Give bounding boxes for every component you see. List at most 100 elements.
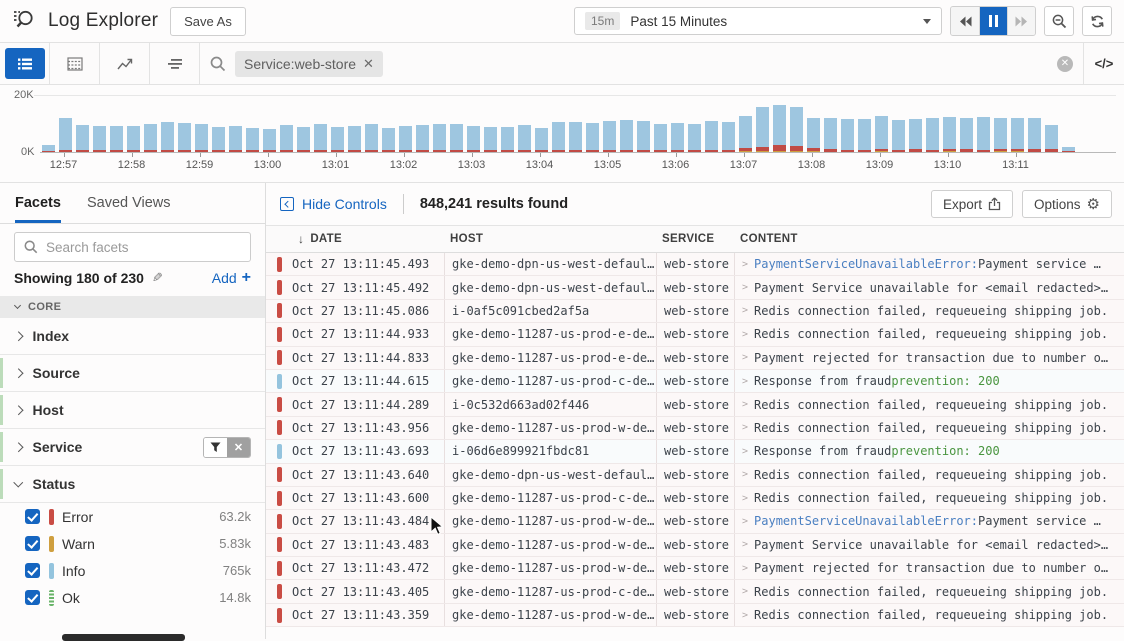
log-row[interactable]: Oct 27 13:11:43.359gke-demo-11287-us-pro… xyxy=(266,604,1124,627)
log-row[interactable]: Oct 27 13:11:45.493gke-demo-dpn-us-west-… xyxy=(266,253,1124,276)
histogram-bucket[interactable] xyxy=(754,107,771,152)
histogram-bucket[interactable] xyxy=(1060,147,1077,152)
histogram-plot-area[interactable] xyxy=(40,95,1116,153)
clear-search-icon[interactable]: ✕ xyxy=(1057,56,1073,72)
histogram-bucket[interactable] xyxy=(737,116,754,152)
export-button[interactable]: Export xyxy=(931,190,1013,218)
expand-chevron-icon[interactable]: > xyxy=(742,282,748,293)
expand-chevron-icon[interactable]: > xyxy=(742,563,748,574)
sidebar-scrollbar-thumb[interactable] xyxy=(62,634,185,641)
log-row[interactable]: Oct 27 13:11:43.956gke-demo-11287-us-pro… xyxy=(266,417,1124,440)
histogram-bucket[interactable] xyxy=(873,116,890,152)
filter-chip-service[interactable]: Service:web-store ✕ xyxy=(235,51,383,77)
facet-service[interactable]: Service✕ xyxy=(0,429,265,466)
content-segment-link[interactable]: PaymentServiceUnavailableError: xyxy=(754,257,978,271)
histogram-bucket[interactable] xyxy=(193,124,210,152)
column-header-host[interactable]: HOST xyxy=(444,233,656,245)
filter-funnel-button[interactable] xyxy=(204,438,227,457)
expand-chevron-icon[interactable]: > xyxy=(742,516,748,527)
histogram-bucket[interactable] xyxy=(329,127,346,152)
log-row[interactable]: Oct 27 13:11:45.492gke-demo-dpn-us-west-… xyxy=(266,276,1124,299)
log-row[interactable]: Oct 27 13:11:44.933gke-demo-11287-us-pro… xyxy=(266,323,1124,346)
histogram-bucket[interactable] xyxy=(720,122,737,152)
histogram-bucket[interactable] xyxy=(1043,125,1060,152)
histogram-bucket[interactable] xyxy=(958,118,975,152)
query-syntax-button[interactable]: </> xyxy=(1084,43,1124,84)
histogram-bucket[interactable] xyxy=(57,118,74,152)
facet-source[interactable]: Source xyxy=(0,355,265,392)
checkbox-checked[interactable] xyxy=(25,590,40,605)
histogram-bucket[interactable] xyxy=(499,127,516,152)
edit-facets-icon[interactable]: ✎ xyxy=(152,270,163,286)
histogram-bucket[interactable] xyxy=(397,126,414,152)
histogram-bucket[interactable] xyxy=(601,121,618,152)
expand-chevron-icon[interactable]: > xyxy=(742,329,748,340)
histogram-bucket[interactable] xyxy=(40,145,57,152)
histogram-bucket[interactable] xyxy=(788,107,805,152)
histogram-bucket[interactable] xyxy=(924,118,941,152)
histogram-bucket[interactable] xyxy=(652,124,669,152)
histogram-bucket[interactable] xyxy=(465,126,482,152)
expand-chevron-icon[interactable]: > xyxy=(742,446,748,457)
remove-facet-filter-button[interactable]: ✕ xyxy=(227,438,250,457)
log-row[interactable]: Oct 27 13:11:43.693i-06d6e899921fbdc81we… xyxy=(266,440,1124,463)
histogram-bucket[interactable] xyxy=(584,123,601,152)
histogram-bucket[interactable] xyxy=(108,126,125,152)
expand-chevron-icon[interactable]: > xyxy=(742,305,748,316)
histogram-bucket[interactable] xyxy=(567,122,584,152)
histogram-bucket[interactable] xyxy=(278,125,295,152)
histogram-bucket[interactable] xyxy=(992,118,1009,152)
histogram-bucket[interactable] xyxy=(533,128,550,152)
pause-button[interactable] xyxy=(979,7,1007,35)
histogram-bucket[interactable] xyxy=(771,105,788,152)
facet-index[interactable]: Index xyxy=(0,318,265,355)
column-header-service[interactable]: SERVICE xyxy=(656,233,734,245)
histogram-bucket[interactable] xyxy=(703,121,720,152)
histogram-bucket[interactable] xyxy=(805,118,822,152)
log-row[interactable]: Oct 27 13:11:43.640gke-demo-dpn-us-west-… xyxy=(266,464,1124,487)
histogram-bucket[interactable] xyxy=(261,129,278,152)
histogram-bucket[interactable] xyxy=(414,125,431,152)
log-row[interactable]: Oct 27 13:11:44.833gke-demo-11287-us-pro… xyxy=(266,347,1124,370)
facet-host[interactable]: Host xyxy=(0,392,265,429)
save-as-button[interactable]: Save As xyxy=(170,7,246,36)
zoom-out-button[interactable] xyxy=(1044,6,1074,36)
histogram-bucket[interactable] xyxy=(363,124,380,152)
tab-facets[interactable]: Facets xyxy=(15,183,61,223)
histogram-bucket[interactable] xyxy=(1009,118,1026,152)
view-toggle-list[interactable] xyxy=(0,43,50,84)
histogram-bucket[interactable] xyxy=(482,127,499,153)
histogram-bucket[interactable] xyxy=(822,118,839,153)
options-button[interactable]: Options ⚙ xyxy=(1022,190,1112,218)
log-row[interactable]: Oct 27 13:11:43.472gke-demo-11287-us-pro… xyxy=(266,557,1124,580)
histogram-bucket[interactable] xyxy=(686,124,703,152)
checkbox-checked[interactable] xyxy=(25,509,40,524)
search-input[interactable]: Service:web-store ✕ ✕ xyxy=(200,43,1084,84)
hide-controls-button[interactable]: Hide Controls xyxy=(280,196,387,212)
view-toggle-table[interactable] xyxy=(50,43,100,84)
histogram-bucket[interactable] xyxy=(346,126,363,152)
tab-saved-views[interactable]: Saved Views xyxy=(87,183,171,223)
expand-chevron-icon[interactable]: > xyxy=(742,539,748,550)
log-row[interactable]: Oct 27 13:11:43.405gke-demo-11287-us-pro… xyxy=(266,580,1124,603)
log-row[interactable]: Oct 27 13:11:45.086i-0af5c091cbed2af5awe… xyxy=(266,300,1124,323)
histogram-bucket[interactable] xyxy=(227,126,244,152)
expand-chevron-icon[interactable]: > xyxy=(742,376,748,387)
histogram-bucket[interactable] xyxy=(941,117,958,152)
core-section-header[interactable]: CORE xyxy=(0,296,265,318)
histogram-bucket[interactable] xyxy=(550,122,567,152)
remove-filter-icon[interactable]: ✕ xyxy=(363,57,374,70)
histogram-bucket[interactable] xyxy=(380,128,397,152)
histogram-bucket[interactable] xyxy=(312,124,329,152)
search-facets-input[interactable]: Search facets xyxy=(14,232,251,262)
histogram-bucket[interactable] xyxy=(431,124,448,152)
histogram-bucket[interactable] xyxy=(91,126,108,152)
log-row[interactable]: Oct 27 13:11:43.483gke-demo-11287-us-pro… xyxy=(266,534,1124,557)
status-item-ok[interactable]: Ok14.8k xyxy=(0,584,265,611)
histogram-bucket[interactable] xyxy=(176,123,193,152)
time-range-select[interactable]: 15m Past 15 Minutes xyxy=(574,7,942,35)
histogram-bucket[interactable] xyxy=(618,120,635,152)
histogram-bucket[interactable] xyxy=(210,127,227,153)
expand-chevron-icon[interactable]: > xyxy=(742,469,748,480)
expand-chevron-icon[interactable]: > xyxy=(742,422,748,433)
